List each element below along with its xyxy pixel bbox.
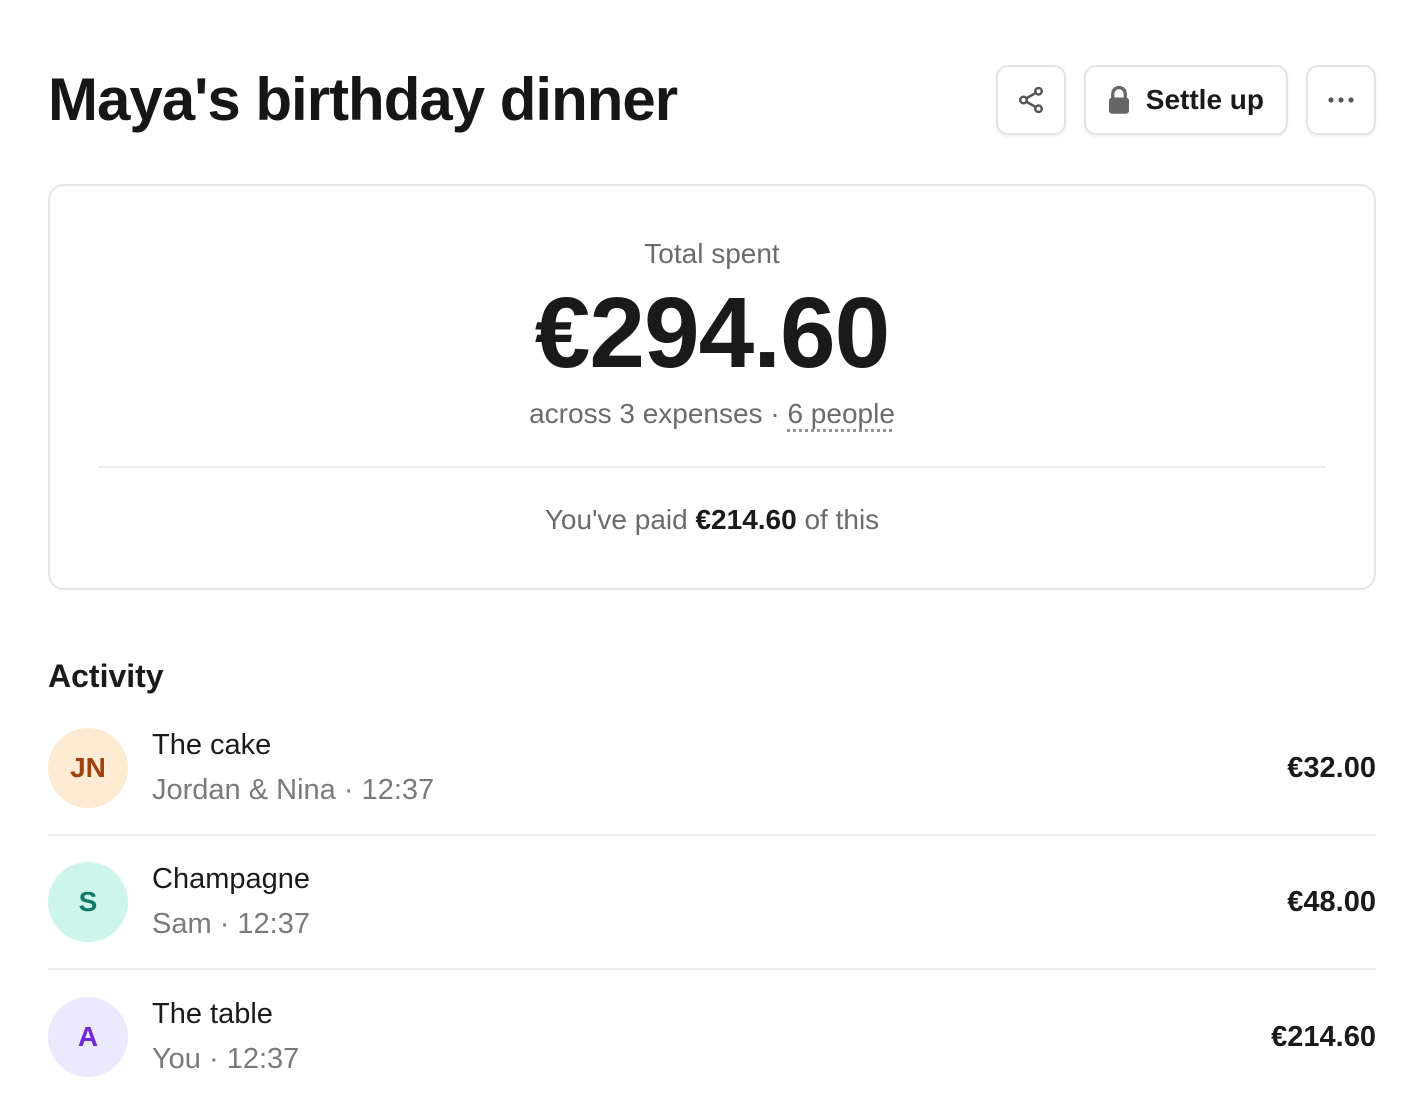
page-title: Maya's birthday dinner bbox=[48, 66, 678, 133]
meta-separator: · bbox=[200, 1043, 227, 1075]
expense-meta: You · 12:37 bbox=[152, 1042, 1271, 1077]
summary-subline: across 3 expenses · 6 people bbox=[50, 398, 1374, 430]
paid-prefix: You've paid bbox=[544, 504, 696, 535]
expense-info: Champagne Sam · 12:37 bbox=[152, 862, 1287, 942]
expense-info: The table You · 12:37 bbox=[152, 997, 1271, 1077]
settle-up-label: Settle up bbox=[1145, 84, 1264, 115]
expense-payer: Jordan & Nina bbox=[152, 774, 336, 806]
expense-payer: You bbox=[152, 1043, 201, 1075]
header-actions: Settle up bbox=[995, 65, 1376, 135]
paid-amount: €214.60 bbox=[695, 504, 797, 535]
people-link[interactable]: 6 people bbox=[787, 398, 894, 429]
paid-suffix: of this bbox=[796, 504, 880, 535]
settle-up-button[interactable]: Settle up bbox=[1083, 65, 1288, 135]
expense-amount: €48.00 bbox=[1287, 885, 1376, 918]
avatar: A bbox=[48, 997, 128, 1077]
avatar: JN bbox=[48, 728, 128, 808]
expense-time: 12:37 bbox=[361, 774, 435, 806]
more-options-button[interactable] bbox=[1306, 65, 1376, 135]
lock-icon bbox=[1106, 85, 1132, 115]
expense-count: across 3 expenses bbox=[529, 398, 763, 429]
share-button[interactable] bbox=[995, 65, 1066, 135]
expense-amount: €32.00 bbox=[1287, 751, 1376, 784]
expense-time: 12:37 bbox=[226, 1043, 300, 1075]
expense-title: The table bbox=[152, 998, 273, 1031]
activity-list: JN The cake Jordan & Nina · 12:37 €32.00… bbox=[48, 702, 1376, 1102]
total-amount: €294.60 bbox=[534, 277, 890, 389]
expense-info: The cake Jordan & Nina · 12:37 bbox=[152, 728, 1287, 808]
list-item[interactable]: S Champagne Sam · 12:37 €48.00 bbox=[48, 836, 1376, 970]
total-label: Total spent bbox=[644, 238, 780, 269]
avatar: S bbox=[48, 862, 128, 942]
divider bbox=[98, 466, 1326, 468]
expense-amount: €214.60 bbox=[1271, 1020, 1376, 1053]
meta-separator: · bbox=[335, 774, 362, 806]
activity-heading: Activity bbox=[48, 658, 164, 694]
expense-payer: Sam bbox=[152, 908, 212, 940]
expense-meta: Jordan & Nina · 12:37 bbox=[152, 773, 1287, 808]
expense-title: Champagne bbox=[152, 863, 310, 896]
summary-card: Total spent €294.60 across 3 expenses · … bbox=[48, 184, 1376, 590]
subline-separator: · bbox=[762, 398, 788, 429]
list-item[interactable]: A The table You · 12:37 €214.60 bbox=[48, 970, 1376, 1102]
expense-time: 12:37 bbox=[237, 908, 310, 940]
page: Maya's birthday dinner Settle up Total s… bbox=[0, 0, 1424, 1102]
share-icon bbox=[1016, 85, 1046, 115]
more-horizontal-icon bbox=[1326, 95, 1356, 105]
header: Maya's birthday dinner Settle up bbox=[48, 64, 1376, 136]
paid-summary: You've paid €214.60 of this bbox=[50, 504, 1374, 536]
expense-title: The cake bbox=[152, 729, 272, 762]
expense-meta: Sam · 12:37 bbox=[152, 907, 1287, 942]
list-item[interactable]: JN The cake Jordan & Nina · 12:37 €32.00 bbox=[48, 702, 1376, 836]
meta-separator: · bbox=[211, 908, 238, 940]
